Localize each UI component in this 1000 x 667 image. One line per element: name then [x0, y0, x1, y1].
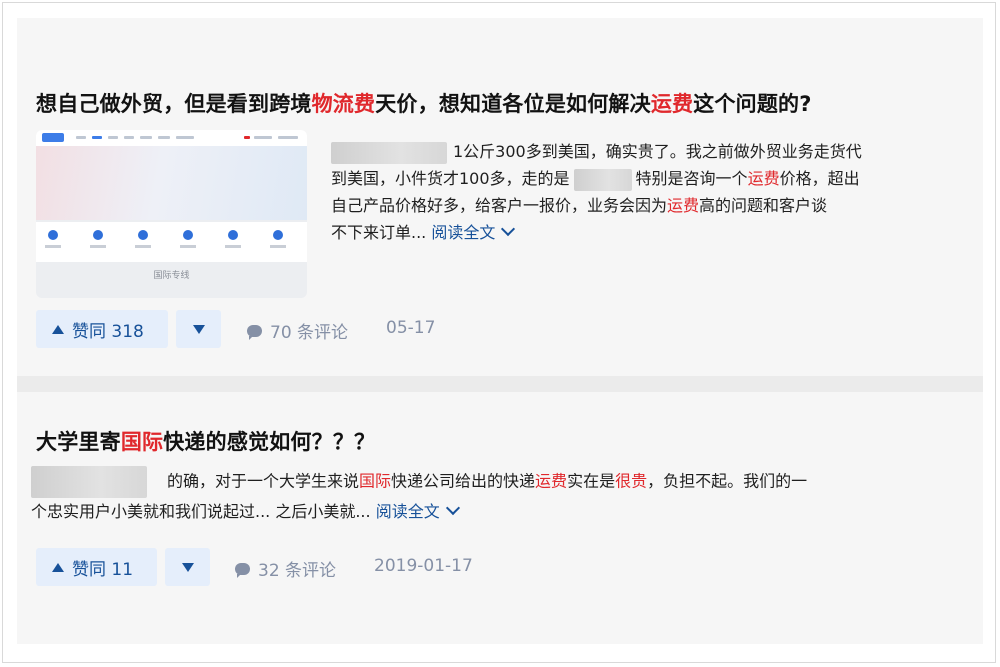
downvote-arrow-icon	[181, 562, 194, 572]
keyword-highlight: 国际	[359, 471, 392, 491]
chevron-down-icon	[501, 221, 516, 237]
comments-link[interactable]: 70 条评论	[247, 318, 348, 343]
answer-excerpt-2[interactable]: 的确，对于一个大学生来说国际快递公司给出的快递运费实在是很贵，负担不起。我们的一…	[31, 466, 976, 525]
answer-date: 2019-01-17	[374, 556, 473, 576]
thumb-caption: 国际专线	[153, 271, 190, 281]
excerpt-line: 不下来订单... 阅读全文	[331, 219, 971, 246]
excerpt-line: 的确，对于一个大学生来说国际快递公司给出的快递运费实在是很贵，负担不起。我们的一	[31, 466, 976, 498]
answer-thumbnail[interactable]: 国际专线	[36, 130, 307, 298]
question-title-1[interactable]: 想自己做外贸，但是看到跨境物流费天价，想知道各位是如何解决运费这个问题的?	[36, 88, 812, 118]
blurred-author	[31, 466, 147, 498]
comment-bubble-icon	[235, 562, 250, 578]
downvote-button[interactable]	[165, 548, 210, 586]
read-more-link[interactable]: 阅读全文	[376, 500, 460, 521]
keyword-highlight: 国际	[120, 430, 164, 454]
answer-card-2: 大学里寄国际快递的感觉如何？？？ 的确，对于一个大学生来说国际快递公司给出的快递…	[17, 392, 983, 644]
upvote-arrow-icon	[52, 562, 64, 572]
keyword-highlight: 物流费	[311, 92, 376, 116]
upvote-button[interactable]: 赞同 318	[36, 310, 168, 348]
thumb-service-icon	[273, 230, 283, 240]
read-more-link[interactable]: 阅读全文	[431, 221, 516, 242]
chevron-down-icon	[445, 500, 460, 516]
comment-bubble-icon	[247, 324, 262, 340]
thumb-icon-row	[36, 222, 307, 262]
thumb-service-icon	[228, 230, 238, 240]
excerpt-line: 自己产品价格好多，给客户一报价，业务会因为运费高的问题和客户谈	[331, 196, 828, 215]
answer-date: 05-17	[386, 318, 436, 338]
keyword-highlight: 很贵	[615, 471, 648, 491]
keyword-highlight: 运费	[747, 169, 780, 188]
upvote-arrow-icon	[52, 324, 64, 334]
thumb-logo	[42, 133, 64, 142]
keyword-highlight: 运费	[535, 471, 568, 491]
blurred-text	[573, 168, 632, 191]
downvote-arrow-icon	[192, 324, 205, 334]
comments-link[interactable]: 32 条评论	[235, 556, 336, 581]
keyword-highlight: 运费	[667, 196, 700, 215]
card-divider	[17, 376, 983, 392]
upvote-button[interactable]: 赞同 11	[36, 548, 157, 586]
question-title-2[interactable]: 大学里寄国际快递的感觉如何？？？	[36, 426, 375, 456]
thumb-service-icon	[183, 230, 193, 240]
answer-card-1: 想自己做外贸，但是看到跨境物流费天价，想知道各位是如何解决运费这个问题的? 国际…	[17, 18, 983, 376]
thumb-banner	[36, 146, 307, 220]
excerpt-line: 到美国，小件货才100多，走的是 特别是咨询一个运费价格，超出	[331, 165, 971, 192]
answer-excerpt-1[interactable]: 1公斤300多到美国，确实贵了。我之前做外贸业务走货代 到美国，小件货才100多…	[331, 138, 971, 246]
thumb-service-icon	[93, 230, 103, 240]
thumb-topbar	[36, 130, 307, 146]
thumb-service-icon	[48, 230, 58, 240]
downvote-button[interactable]	[176, 310, 221, 348]
excerpt-line: 1公斤300多到美国，确实贵了。我之前做外贸业务走货代	[331, 138, 971, 165]
excerpt-line: 个忠实用户小美就和我们说起过... 之后小美就... 阅读全文	[31, 498, 976, 525]
keyword-highlight: 运费	[650, 92, 694, 116]
blurred-author	[331, 141, 447, 164]
thumb-service-icon	[138, 230, 148, 240]
